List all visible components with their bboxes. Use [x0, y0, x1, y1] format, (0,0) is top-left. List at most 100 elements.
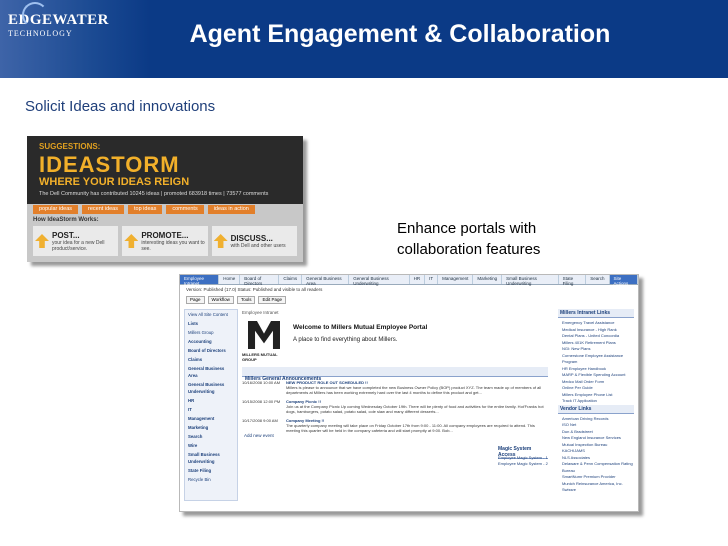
left-nav-item[interactable]: Wire: [185, 441, 237, 450]
announcements-list: 10/16/2008 10:00 AM NEW PRODUCT ROLE OUT…: [242, 380, 548, 437]
ideastorm-banner: SUGGESTIONS: IDEASTORM WHERE YOUR IDEAS …: [27, 136, 303, 204]
step-desc: with Dell and other users: [230, 242, 286, 249]
portal-top-nav: Employee Intranet Home Board of Director…: [180, 275, 638, 286]
ideastorm-tagline: WHERE YOUR IDEAS REIGN: [39, 176, 190, 188]
ideastorm-steps: POST... your idea for a new Dell product/…: [33, 226, 297, 256]
left-nav-item[interactable]: Lists: [185, 319, 237, 328]
left-nav-item[interactable]: General Business Underwriting: [185, 380, 237, 396]
magic-system-links: Employee Magic System - 1 Employee Magic…: [498, 455, 548, 467]
recycle-bin-link[interactable]: Recycle Bin: [185, 475, 237, 484]
nav-item-board[interactable]: Board of Directors: [240, 275, 280, 286]
up-arrow-icon: [213, 234, 228, 248]
millers-logo: MILLERS MUTUAL GROUP: [242, 321, 287, 362]
tab-ideas-in-action[interactable]: ideas in action: [207, 205, 255, 214]
step-post[interactable]: POST... your idea for a new Dell product/…: [33, 226, 119, 256]
step-title: DISCUSS...: [230, 233, 273, 243]
ideastorm-how-heading: How IdeaStorm Works:: [33, 217, 99, 223]
left-nav-item[interactable]: Claims: [185, 355, 237, 364]
step-title: PROMOTE...: [141, 230, 189, 240]
announcement-text: Join us at the Company Picnic Up coming …: [286, 404, 544, 414]
edgewater-logo: EDGEWATER TECHNOLOGY: [8, 2, 109, 38]
announcements-header: Millers General Announcements: [242, 367, 548, 382]
tools-menu-button[interactable]: Tools: [236, 296, 256, 304]
left-nav-item[interactable]: Millers Group: [185, 328, 237, 337]
ideastorm-tabs: popular ideas recent ideas top ideas com…: [33, 205, 255, 214]
nav-item-management[interactable]: Management: [438, 275, 474, 284]
portal-screenshot: Employee Intranet Home Board of Director…: [179, 274, 639, 512]
enhance-line2: collaboration features: [397, 241, 541, 258]
vendor-link[interactable]: Delaware & Penn Compensation Rating Bure…: [558, 461, 634, 474]
add-new-event-link[interactable]: Add new event: [244, 433, 274, 438]
portal-welcome-title: Welcome to Millers Mutual Employee Porta…: [293, 324, 428, 331]
announcement-body: NEW PRODUCT ROLE OUT SCHEDULED !! Millers…: [286, 380, 548, 395]
up-arrow-icon: [124, 234, 139, 248]
left-nav-item[interactable]: Small Business Underwriting: [185, 450, 237, 466]
step-desc: interesting ideas you want to see.: [141, 239, 205, 252]
intranet-link[interactable]: Cornerstone Employee Assistance Program: [558, 353, 634, 366]
nav-item-it[interactable]: IT: [425, 275, 439, 284]
logo-arc-icon: [22, 2, 48, 28]
left-nav-item[interactable]: HR: [185, 396, 237, 405]
left-nav-item[interactable]: Management: [185, 414, 237, 423]
nav-item-employee-intranet[interactable]: Employee Intranet: [180, 275, 220, 286]
tab-popular-ideas[interactable]: popular ideas: [33, 205, 79, 214]
portal-version-status: Version: Published (17.0) Status: Publis…: [186, 287, 323, 292]
left-nav-item[interactable]: Marketing: [185, 423, 237, 432]
millers-m-icon: [248, 321, 280, 349]
portal-welcome-text: A place to find everything about Millers…: [293, 337, 398, 343]
step-promote[interactable]: PROMOTE... interesting ideas you want to …: [122, 226, 208, 256]
edit-page-button[interactable]: Edit Page: [258, 296, 286, 304]
enhance-line1: Enhance portals with: [397, 220, 537, 237]
left-nav-item[interactable]: State Filing: [185, 466, 237, 475]
left-nav-item[interactable]: View All Site Content: [185, 310, 237, 319]
announcement-date: 10/16/2008 10:00 AM: [242, 380, 281, 385]
portal-right-column: Millers Intranet Links Emergency Travel …: [558, 309, 634, 509]
list-item: 10/16/2008 10:00 AM NEW PRODUCT ROLE OUT…: [242, 380, 548, 395]
left-nav-item[interactable]: General Business Area: [185, 364, 237, 380]
step-title: POST...: [52, 230, 80, 240]
enhance-portals-caption: Enhance portals with collaboration featu…: [397, 218, 540, 260]
announcement-body: Company Meeting !! The quarterly company …: [286, 418, 548, 433]
nav-item-home[interactable]: Home: [219, 275, 241, 284]
ideastorm-stats: The Dell Community has contributed 10245…: [39, 191, 269, 197]
tab-recent-ideas[interactable]: recent ideas: [82, 205, 124, 214]
left-nav-item[interactable]: Accounting: [185, 337, 237, 346]
magic-link[interactable]: Employee Magic System - 2: [498, 461, 548, 467]
nav-item-marketing[interactable]: Marketing: [473, 275, 503, 284]
ideastorm-screenshot: SUGGESTIONS: IDEASTORM WHERE YOUR IDEAS …: [27, 136, 303, 262]
breadcrumb[interactable]: Employee Intranet: [242, 310, 279, 315]
announcement-text: Millers is please to announce that we ha…: [286, 385, 542, 395]
vendor-link[interactable]: Swissre: [558, 487, 634, 494]
millers-group-label: MILLERS MUTUAL GROUP: [242, 352, 278, 362]
announcement-date: 10/15/2008 12:00 PM: [242, 399, 281, 404]
step-desc: your idea for a new Dell product/service…: [52, 239, 105, 252]
nav-item-search[interactable]: Search: [586, 275, 610, 284]
site-actions-button[interactable]: Site Actions: [609, 275, 638, 286]
nav-item-hr[interactable]: HR: [410, 275, 426, 284]
intranet-link[interactable]: MARP & Flexible Spending Account: [558, 372, 634, 379]
tab-comments[interactable]: comments: [166, 205, 204, 214]
vendor-links-title: Vendor Links: [558, 404, 634, 414]
step-discuss[interactable]: DISCUSS... with Dell and other users: [211, 226, 297, 256]
nav-item-gbu[interactable]: General Business Underwriting: [349, 275, 410, 286]
announcement-text: The quarterly company meeting will take …: [286, 423, 535, 433]
portal-toolbar: Page Workflow Tools Edit Page: [186, 296, 286, 304]
left-nav-item[interactable]: Search: [185, 432, 237, 441]
ideastorm-wordmark: IDEASTORM: [39, 152, 180, 177]
nav-item-state-filing[interactable]: State Filing: [559, 275, 587, 286]
nav-item-gba[interactable]: General Business Area: [302, 275, 350, 286]
intranet-links-title: Millers Intranet Links: [558, 309, 634, 318]
nav-item-claims[interactable]: Claims: [279, 275, 303, 284]
page-menu-button[interactable]: Page: [186, 296, 205, 304]
tab-top-ideas[interactable]: top ideas: [128, 205, 163, 214]
workflow-menu-button[interactable]: Workflow: [207, 296, 234, 304]
announcement-date: 10/17/2008 9:00 AM: [242, 418, 278, 423]
solicit-ideas-caption: Solicit Ideas and innovations: [25, 98, 216, 115]
ideastorm-suggestions: SUGGESTIONS:: [39, 142, 101, 151]
list-item: 10/15/2008 12:00 PM Company Picnic !! Joi…: [242, 399, 548, 414]
left-nav-item[interactable]: Board of Directors: [185, 346, 237, 355]
nav-item-sbu[interactable]: Small Business Underwriting: [502, 275, 559, 286]
list-item: 10/17/2008 9:00 AM Company Meeting !! The…: [242, 418, 548, 433]
left-nav-item[interactable]: IT: [185, 405, 237, 414]
portal-left-nav: View All Site Content Lists Millers Grou…: [184, 309, 238, 501]
